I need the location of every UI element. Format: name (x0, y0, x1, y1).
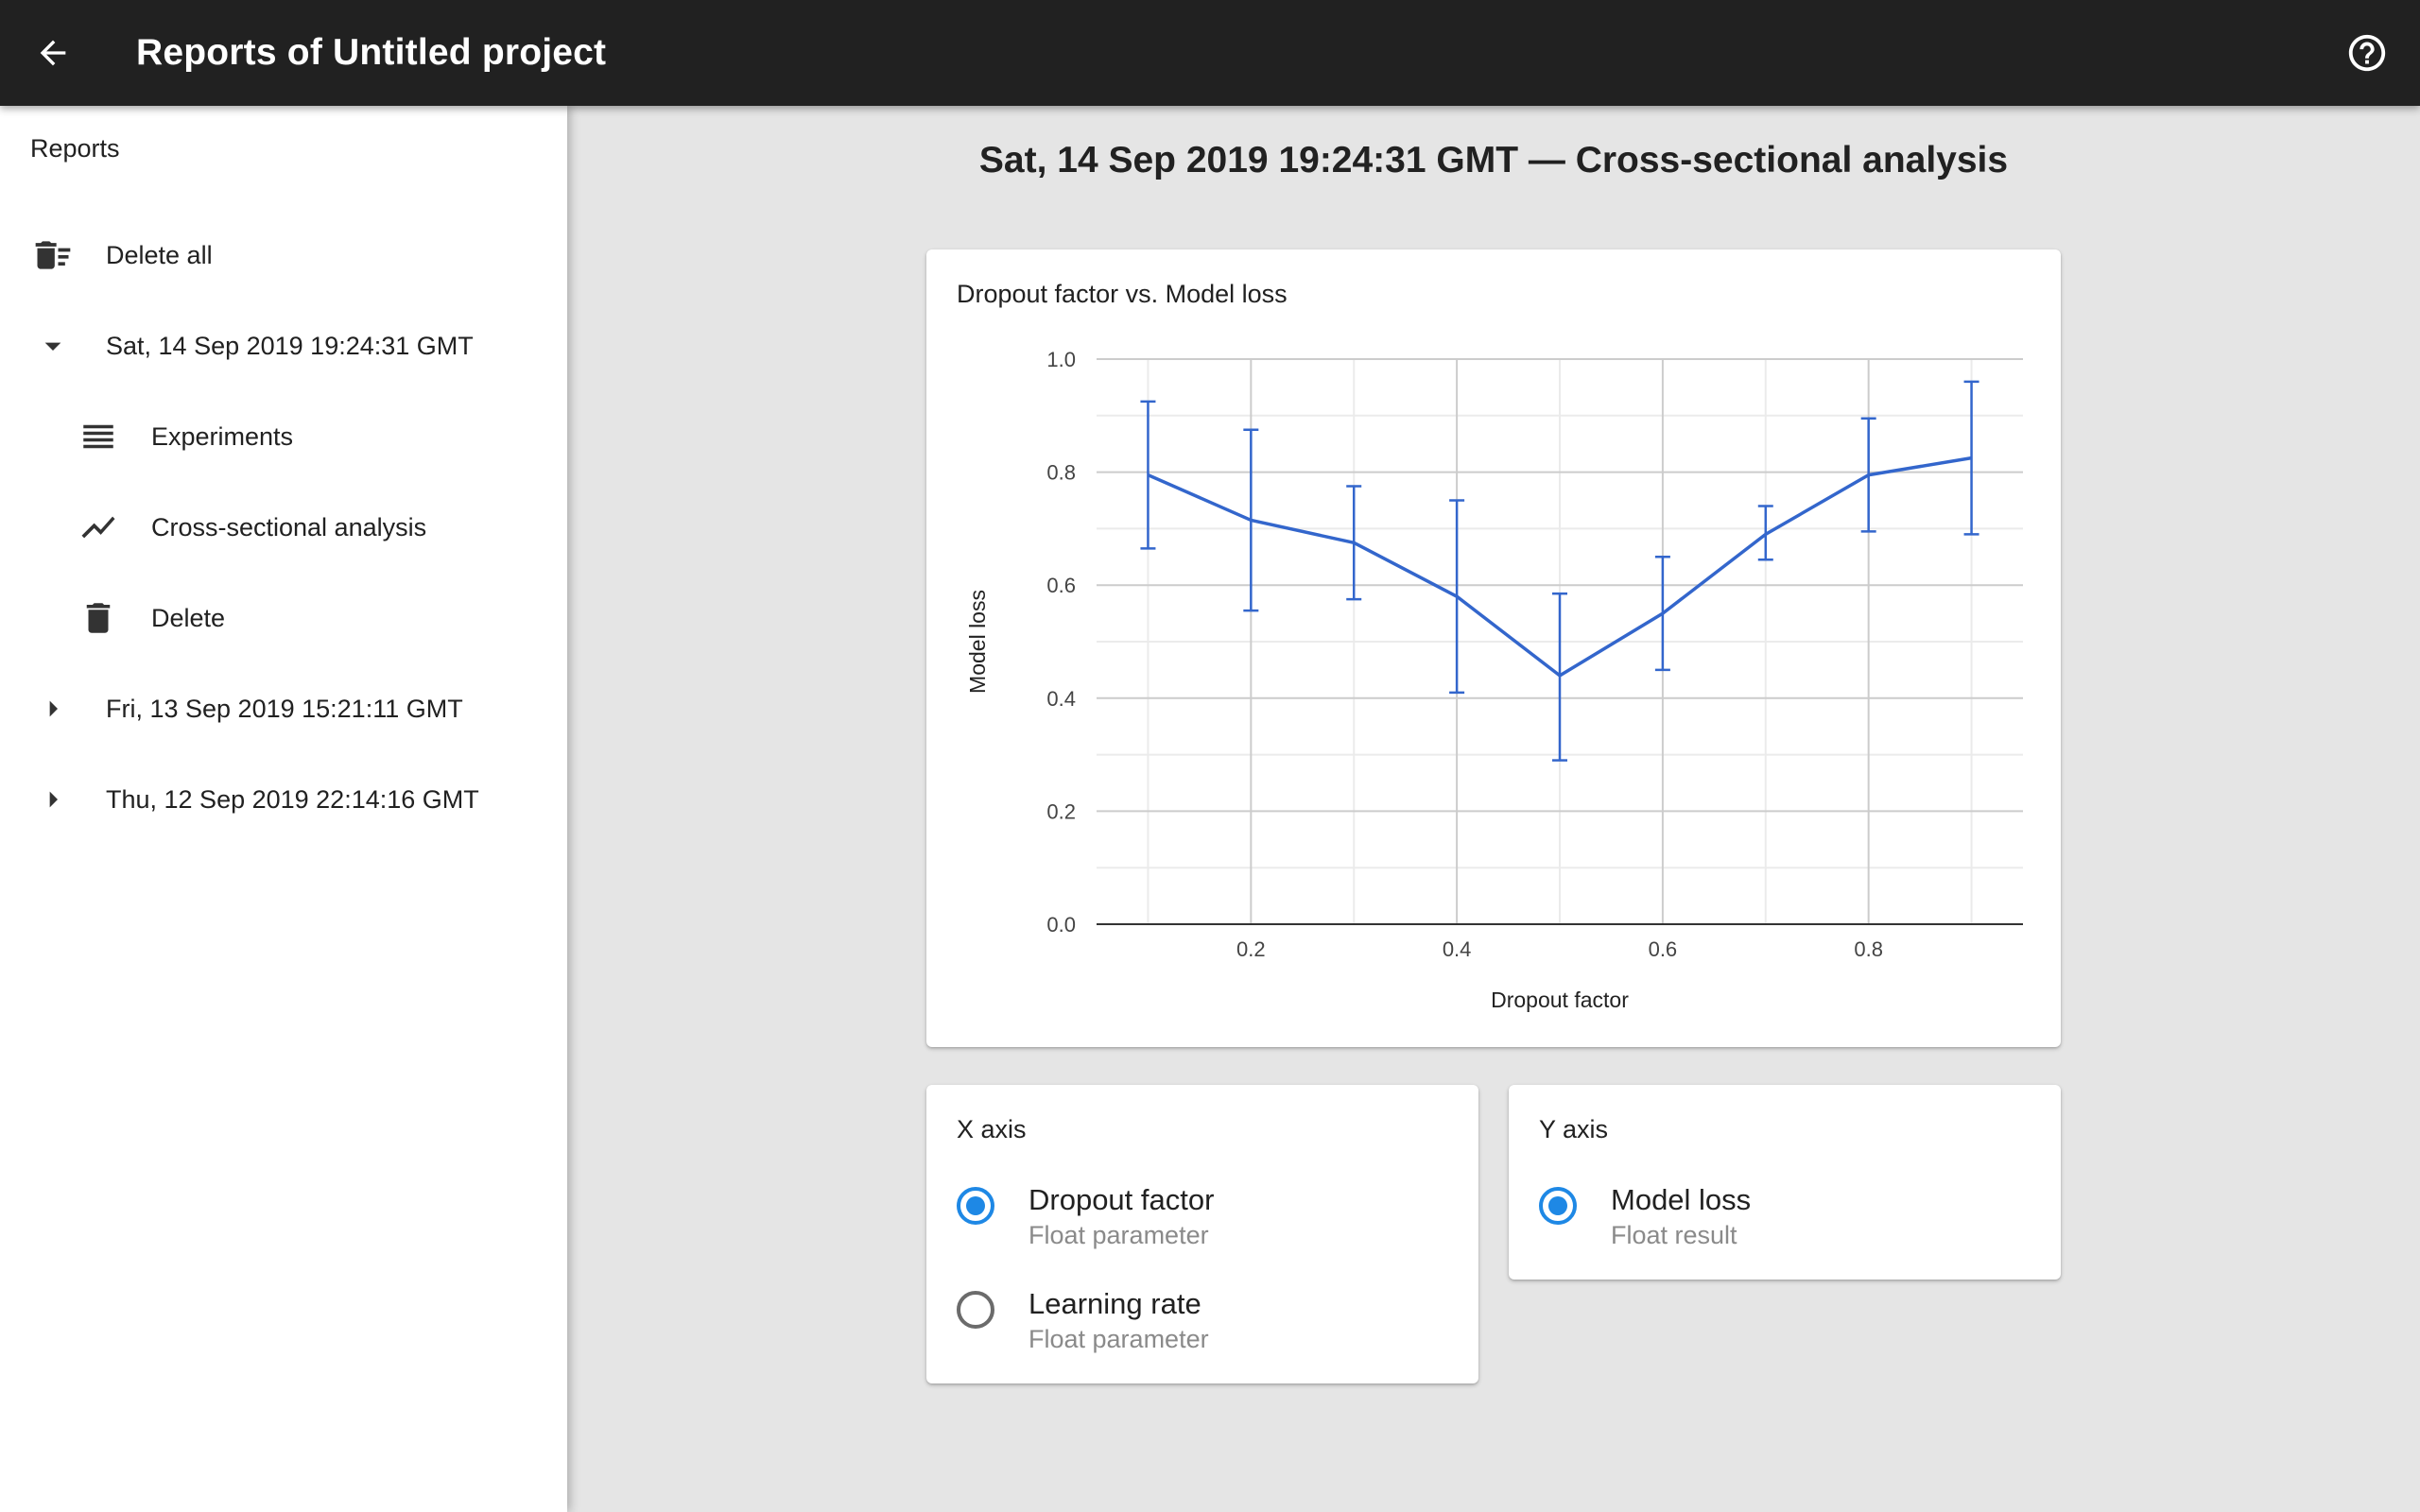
y-tick-label: 0.6 (1046, 574, 1076, 597)
y-axis-card-title: Y axis (1539, 1115, 1609, 1143)
x-axis-card-title: X axis (957, 1115, 1027, 1143)
help-circle-icon (2348, 34, 2386, 72)
y-tick-label: 0.8 (1046, 461, 1076, 485)
delete-all-button[interactable]: Delete all (0, 210, 567, 301)
chart: 0.0 0.2 0.4 0.6 0.8 1.0 0.2 0.4 0.6 0.8 Dropout … (965, 348, 2023, 1012)
caret-right-icon (30, 686, 76, 731)
y-tick-label: 0.0 (1046, 913, 1076, 936)
caret-right-icon (30, 777, 76, 822)
delete-sweep-icon (30, 232, 76, 278)
app-bar: Reports of Untitled project (0, 0, 2420, 106)
experiments-label: Experiments (151, 421, 294, 451)
x-tick-label: 0.8 (1854, 937, 1883, 961)
report-item-sat-14-sep[interactable]: Sat, 14 Sep 2019 19:24:31 GMT (0, 301, 567, 391)
option-label: Model loss (1611, 1183, 1752, 1216)
y-tick-label: 0.2 (1046, 799, 1076, 823)
cross-sectional-analysis-item[interactable]: Cross-sectional analysis (0, 482, 567, 573)
y-axis-ticks: 0.0 0.2 0.4 0.6 0.8 1.0 (1046, 348, 1076, 936)
report-label: Sat, 14 Sep 2019 19:24:31 GMT (106, 331, 474, 360)
report-item-fri-13-sep[interactable]: Fri, 13 Sep 2019 15:21:11 GMT (0, 663, 567, 754)
experiments-item[interactable]: Experiments (0, 391, 567, 482)
radio-unchecked[interactable] (957, 1291, 994, 1329)
back-button[interactable] (21, 21, 85, 85)
radio-checked[interactable] (957, 1187, 994, 1225)
app-title: Reports of Untitled project (136, 32, 607, 73)
x-tick-label: 0.2 (1236, 937, 1266, 961)
report-item-thu-12-sep[interactable]: Thu, 12 Sep 2019 22:14:16 GMT (0, 754, 567, 845)
arrow-back-icon (40, 40, 66, 66)
cross-sectional-analysis-label: Cross-sectional analysis (151, 512, 427, 541)
x-axis-card: X axis Dropout factor Float parameter Le… (926, 1085, 1478, 1383)
list-icon (76, 414, 121, 459)
x-axis-label: Dropout factor (1491, 988, 1629, 1012)
option-label: Dropout factor (1028, 1183, 1215, 1216)
option-label: Learning rate (1028, 1287, 1201, 1320)
delete-label: Delete (151, 603, 226, 632)
x-axis-option-learning-rate[interactable]: Learning rate Float parameter (926, 1276, 1478, 1370)
y-axis-label: Model loss (965, 590, 990, 694)
sidebar: Reports Delete all Sat, 14 Sep 2019 19:2… (0, 106, 567, 1512)
x-axis-ticks: 0.2 0.4 0.6 0.8 (1236, 937, 1883, 961)
y-axis-card: Y axis Model loss Float result (1509, 1085, 2061, 1280)
delete-all-label: Delete all (106, 240, 213, 269)
report-label: Fri, 13 Sep 2019 15:21:11 GMT (106, 694, 463, 723)
trash-icon (76, 595, 121, 641)
option-sublabel: Float parameter (1028, 1221, 1209, 1249)
x-tick-label: 0.6 (1649, 937, 1678, 961)
x-tick-label: 0.4 (1443, 937, 1472, 961)
x-axis-option-dropout-factor[interactable]: Dropout factor Float parameter (926, 1172, 1478, 1266)
chart-card: Dropout factor vs. Model loss 0.0 0.2 0.4 0… (926, 249, 2061, 1047)
option-sublabel: Float result (1611, 1221, 1737, 1249)
y-tick-label: 0.4 (1046, 687, 1076, 711)
option-sublabel: Float parameter (1028, 1325, 1209, 1353)
page-title: Sat, 14 Sep 2019 19:24:31 GMT — Cross-se… (978, 140, 2009, 180)
y-tick-label: 1.0 (1046, 348, 1076, 371)
caret-down-icon (30, 323, 76, 369)
delete-report-item[interactable]: Delete (0, 573, 567, 663)
help-button[interactable] (2335, 21, 2399, 85)
radio-checked[interactable] (1539, 1187, 1577, 1225)
report-label: Thu, 12 Sep 2019 22:14:16 GMT (106, 784, 479, 814)
y-axis-option-model-loss[interactable]: Model loss Float result (1509, 1172, 2061, 1266)
sidebar-heading: Reports (30, 134, 120, 163)
trend-line-icon (76, 505, 121, 550)
